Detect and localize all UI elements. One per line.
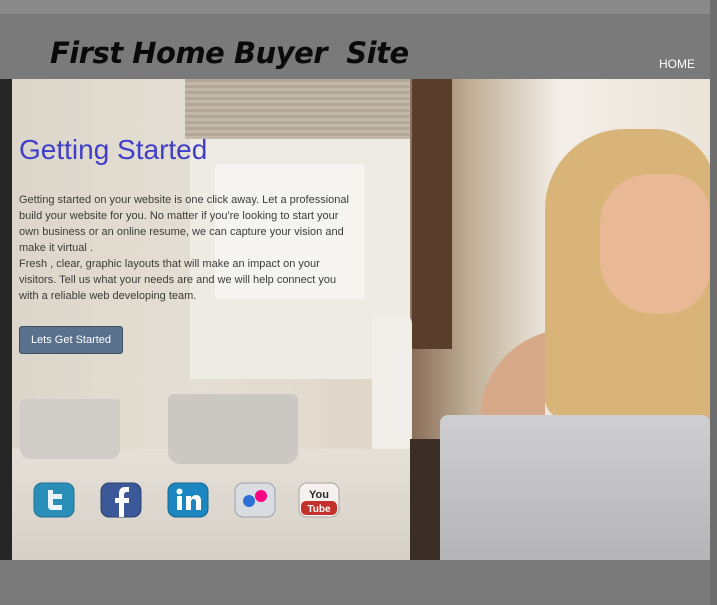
facebook-icon[interactable]	[100, 482, 142, 518]
hero-left-edge	[0, 79, 12, 560]
site-title: First Home Buyer Site	[50, 36, 409, 70]
top-strip	[0, 0, 717, 14]
cabinet-image	[412, 79, 452, 349]
hero-paragraph: Getting started on your website is one c…	[19, 194, 349, 254]
hero-heading: Getting Started	[19, 134, 208, 165]
linkedin-icon[interactable]	[167, 482, 209, 518]
hero-body: Getting started on your website is one c…	[19, 192, 349, 304]
youtube-icon-text-bottom: Tube	[307, 504, 331, 515]
nav-home-link[interactable]: HOME	[659, 57, 695, 71]
right-edge	[710, 0, 717, 605]
twitter-icon[interactable]	[33, 482, 75, 518]
flickr-icon[interactable]	[234, 482, 276, 518]
laptop-image	[440, 415, 710, 560]
woman-face	[600, 174, 710, 314]
youtube-icon[interactable]: You Tube	[298, 482, 340, 518]
footer-bar	[0, 560, 710, 605]
youtube-icon-text-top: You	[309, 489, 329, 501]
get-started-button[interactable]: Lets Get Started	[19, 326, 123, 354]
site-header: First Home Buyer Site	[0, 14, 710, 80]
hero-paragraph: Fresh , clear, graphic layouts that will…	[19, 258, 337, 302]
